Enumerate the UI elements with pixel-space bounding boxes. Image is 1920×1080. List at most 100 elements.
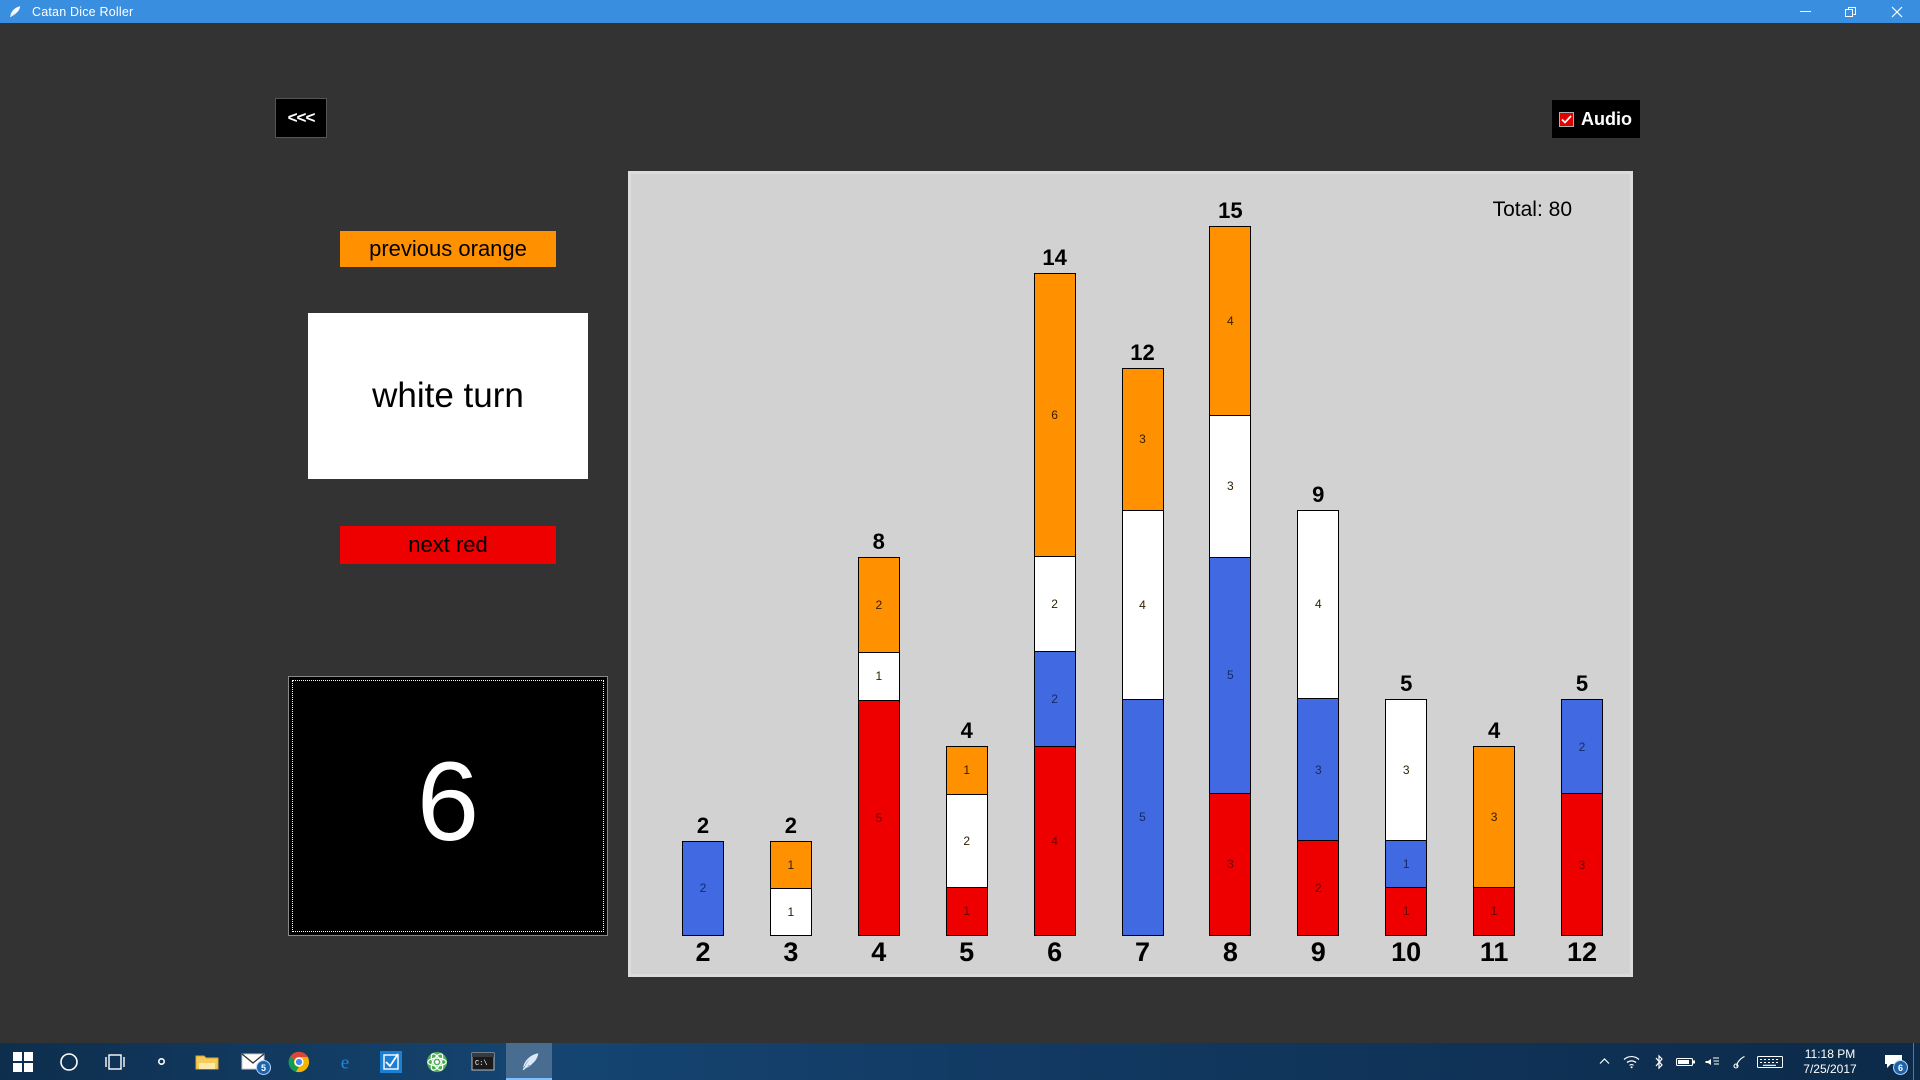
window-title: Catan Dice Roller xyxy=(32,4,134,19)
clock[interactable]: 11:18 PM 7/25/2017 xyxy=(1787,1047,1873,1077)
bar-segment-value: 1 xyxy=(875,669,883,684)
bar-segment: 5 xyxy=(858,700,899,935)
bar-segment-value: 3 xyxy=(1314,762,1322,777)
wifi-icon[interactable] xyxy=(1618,1043,1645,1080)
minimize-button[interactable] xyxy=(1782,0,1828,23)
bar-segment: 2 xyxy=(1034,556,1075,652)
current-turn-panel: white turn xyxy=(308,313,588,479)
bar-segment-value: 1 xyxy=(963,763,971,778)
bar-segment: 1 xyxy=(946,888,987,935)
dice-display[interactable]: 6 xyxy=(288,676,608,936)
notifications-icon[interactable]: 6 xyxy=(1873,1043,1913,1080)
bar-x-label: 4 xyxy=(871,936,887,967)
bar-segment: 2 xyxy=(683,842,723,935)
bar-stack: 2 xyxy=(682,841,724,936)
audio-checkbox[interactable] xyxy=(1559,111,1574,127)
bar-total-label: 5 xyxy=(1400,671,1413,696)
task-view-button[interactable] xyxy=(92,1043,138,1080)
bar-stack: 2 1 5 xyxy=(857,557,900,936)
window-title-bar[interactable]: Catan Dice Roller xyxy=(0,0,1920,23)
bar-segment-value: 2 xyxy=(699,881,707,896)
show-desktop-button[interactable] xyxy=(1913,1043,1920,1080)
audio-toggle[interactable]: Audio xyxy=(1552,100,1640,138)
mail-app-icon[interactable]: 5 xyxy=(230,1043,276,1080)
dice-value: 6 xyxy=(416,739,480,864)
atom-editor-icon[interactable] xyxy=(414,1043,460,1080)
bar-column-12: 5 2 3 12 xyxy=(1554,673,1610,966)
bar-segment: 3 xyxy=(1562,794,1602,935)
bar-segment-value: 5 xyxy=(1227,668,1234,683)
bar-column-5: 4 1 2 1 5 xyxy=(939,720,995,966)
bar-segment: 2 xyxy=(858,558,899,653)
bar-stack: 6 2 2 4 xyxy=(1033,273,1076,936)
current-turn-label: white turn xyxy=(372,376,524,415)
bar-segment: 5 xyxy=(1122,699,1163,935)
bar-column-9: 9 4 3 2 9 xyxy=(1290,483,1346,966)
settings-app-icon[interactable] xyxy=(138,1043,184,1080)
bar-stack: 3 1 1 xyxy=(1385,699,1428,936)
windows-taskbar: 5 e C:\ 11:18 PM 7/25/2017 6 xyxy=(0,1043,1920,1080)
bar-x-label: 2 xyxy=(695,936,711,967)
command-prompt-icon[interactable]: C:\ xyxy=(460,1043,506,1080)
bar-segment: 1 xyxy=(946,747,987,795)
bar-total-label: 2 xyxy=(696,813,710,838)
bar-segment: 3 xyxy=(1474,747,1515,889)
next-player-button[interactable]: next red xyxy=(340,526,556,564)
edge-browser-icon[interactable]: e xyxy=(322,1043,368,1080)
bar-segment: 4 xyxy=(1122,510,1163,700)
bar-segment-value: 2 xyxy=(1051,691,1058,706)
tasks-app-icon[interactable] xyxy=(368,1043,414,1080)
bar-segment: 3 xyxy=(1386,700,1427,841)
bluetooth-icon[interactable] xyxy=(1645,1043,1672,1080)
bar-column-2: 2 2 2 xyxy=(675,815,731,966)
bar-stack: 1 2 1 xyxy=(945,746,988,936)
clock-date: 7/25/2017 xyxy=(1803,1061,1857,1076)
bar-segment: 3 xyxy=(1122,368,1163,511)
bar-segment: 1 xyxy=(1386,888,1427,935)
bar-column-11: 4 3 1 11 xyxy=(1466,720,1522,966)
keyboard-icon[interactable] xyxy=(1753,1043,1787,1080)
chevron-up-icon[interactable] xyxy=(1591,1043,1618,1080)
bar-segment-value: 2 xyxy=(875,597,883,612)
battery-icon[interactable] xyxy=(1672,1043,1699,1080)
bar-segment: 3 xyxy=(1210,793,1251,935)
bar-x-label: 8 xyxy=(1222,936,1238,967)
back-button[interactable]: <<< xyxy=(275,98,327,138)
catan-dice-roller-taskbar-icon[interactable] xyxy=(506,1043,552,1080)
notifications-badge: 6 xyxy=(1893,1060,1908,1075)
svg-text:C:\: C:\ xyxy=(475,1060,488,1068)
bar-total-label: 4 xyxy=(1487,718,1501,744)
bar-segment-value: 3 xyxy=(1227,479,1234,494)
chrome-browser-icon[interactable] xyxy=(276,1043,322,1080)
bar-segment-value: 4 xyxy=(1139,597,1146,612)
bar-segment: 2 xyxy=(1562,700,1602,795)
cortana-search-button[interactable] xyxy=(46,1043,92,1080)
clock-time: 11:18 PM xyxy=(1804,1046,1856,1061)
bar-segment: 5 xyxy=(1210,557,1251,794)
bar-segment-value: 3 xyxy=(1578,857,1586,872)
previous-player-button[interactable]: previous orange xyxy=(340,231,556,267)
bar-segment: 6 xyxy=(1034,274,1075,557)
bar-total-label: 12 xyxy=(1130,339,1155,365)
speaker-icon[interactable] xyxy=(1699,1043,1726,1080)
app-window-body: <<< Audio previous orange white turn nex… xyxy=(0,23,1920,1043)
bar-total-label: 15 xyxy=(1218,197,1243,223)
pen-icon[interactable] xyxy=(1726,1043,1753,1080)
restore-button[interactable] xyxy=(1828,0,1874,23)
bar-column-4: 8 2 1 5 4 xyxy=(851,531,907,966)
bar-segment-value: 3 xyxy=(1490,810,1498,825)
bar-column-8: 15 4 3 5 3 8 xyxy=(1202,197,1258,967)
chart-plot-area: 2 2 2 2 1 1 3 8 2 1 5 4 4 1 2 1 5 14 6 2 2 4 6 12 3 4 5 7 15 4 3 5 3 8 9 4 3… xyxy=(675,194,1610,966)
bar-total-label: 5 xyxy=(1575,671,1589,696)
bar-segment: 3 xyxy=(1210,415,1251,558)
start-button[interactable] xyxy=(0,1043,46,1080)
bar-x-label: 3 xyxy=(783,936,799,967)
bar-segment: 4 xyxy=(1210,226,1251,416)
bar-segment: 2 xyxy=(946,794,987,889)
bar-total-label: 14 xyxy=(1042,245,1067,270)
bar-segment-value: 1 xyxy=(1402,904,1410,919)
close-button[interactable] xyxy=(1874,0,1920,23)
bar-total-label: 8 xyxy=(872,529,885,554)
bar-x-label: 5 xyxy=(959,936,975,967)
file-explorer-icon[interactable] xyxy=(184,1043,230,1080)
